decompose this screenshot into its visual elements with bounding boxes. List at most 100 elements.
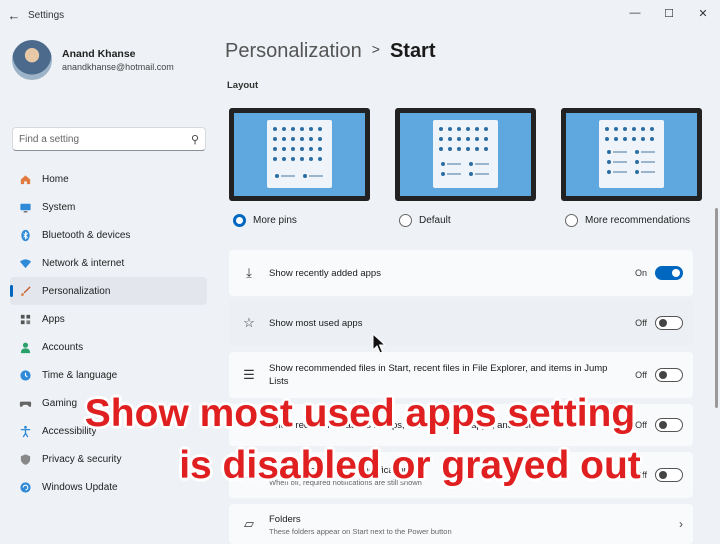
sidebar-item-windows-update[interactable]: Windows Update (10, 473, 207, 501)
back-button[interactable]: ← (0, 0, 28, 30)
radio-label: More pins (253, 215, 297, 226)
recently-added-toggle[interactable] (655, 266, 683, 280)
sidebar-item-label: Accounts (42, 341, 84, 353)
layout-card-more-pins[interactable] (229, 108, 370, 201)
mouse-cursor-icon (372, 332, 388, 360)
setting-subtitle: These folders appear on Start next to th… (269, 526, 452, 536)
breadcrumb-separator: > (371, 41, 380, 57)
radio-default[interactable]: Default (399, 214, 451, 227)
sidebar-item-label: Personalization (42, 285, 111, 297)
list-icon: ☰ (243, 367, 255, 382)
sidebar-item-label: System (42, 201, 76, 213)
setting-title: Folders (269, 513, 301, 525)
radio-more-pins[interactable]: More pins (233, 214, 297, 227)
setting-subtitle: When off, required notifications are sti… (269, 477, 422, 487)
search-icon[interactable]: ⚲ (191, 133, 199, 146)
home-icon (18, 172, 32, 186)
setting-title: Show recommendations for tips, shortcuts… (269, 419, 538, 431)
sidebar-item-label: Home (42, 173, 69, 185)
sidebar-item-home[interactable]: Home (10, 165, 207, 193)
sidebar-item-privacy[interactable]: Privacy & security (10, 445, 207, 473)
main-content: Personalization > Start Layout More pins… (215, 30, 720, 544)
sidebar-item-time-language[interactable]: Time & language (10, 361, 207, 389)
sidebar-item-personalization[interactable]: Personalization (10, 277, 207, 305)
profile-email: anandkhanse@hotmail.com (62, 62, 174, 72)
sidebar-item-accessibility[interactable]: Accessibility (10, 417, 207, 445)
avatar (12, 40, 52, 80)
breadcrumb: Personalization > Start (225, 40, 436, 63)
chevron-right-icon: › (679, 517, 683, 531)
wifi-icon (18, 256, 32, 270)
title-bar: ← Settings — ☐ ✕ (0, 0, 720, 30)
start-menu-preview (433, 120, 498, 188)
layout-card-default[interactable] (395, 108, 536, 201)
setting-row-recently-added[interactable]: ⤓ Show recently added apps On (229, 250, 693, 296)
bluetooth-icon (18, 228, 32, 242)
search-input[interactable] (19, 133, 191, 145)
window-controls: — ☐ ✕ (618, 0, 720, 30)
scrollbar[interactable] (715, 208, 718, 408)
sidebar-item-label: Network & internet (42, 257, 125, 269)
layout-card-more-recommendations[interactable] (561, 108, 702, 201)
start-menu-preview (599, 120, 664, 188)
page-title: Start (389, 40, 436, 62)
download-icon: ⤓ (246, 265, 252, 280)
sidebar-item-accounts[interactable]: Accounts (10, 333, 207, 361)
sidebar-item-apps[interactable]: Apps (10, 305, 207, 333)
layout-preview (400, 113, 531, 196)
setting-row-folders[interactable]: ▱ Folders These folders appear on Start … (229, 504, 693, 544)
sidebar-item-label: Privacy & security (42, 453, 122, 465)
setting-title: Show recommended files in Start, recent … (269, 363, 608, 387)
setting-row-recommendations-tips[interactable]: 💡︎ Show recommendations for tips, shortc… (229, 404, 693, 446)
setting-row-account-notifications[interactable]: ▭ Show account-related notifications Whe… (229, 452, 693, 498)
account-icon: ▭ (242, 467, 256, 482)
search-box: ⚲ (12, 127, 206, 151)
radio-label: More recommendations (585, 215, 691, 226)
accessibility-icon (18, 424, 32, 438)
setting-title: Show account-related notifications (269, 464, 414, 476)
sidebar-item-label: Windows Update (42, 481, 118, 493)
setting-title: Show recently added apps (269, 267, 381, 279)
star-icon: ☆ (243, 315, 255, 330)
arrow-left-icon: ← (7, 7, 21, 23)
shield-icon (18, 452, 32, 466)
profile-name: Anand Khanse (62, 48, 136, 60)
radio-more-recommendations[interactable]: More recommendations (565, 214, 690, 227)
gamepad-icon (18, 396, 32, 410)
lightbulb-icon: 💡︎ (244, 417, 254, 432)
sidebar-item-label: Accessibility (42, 425, 97, 437)
sidebar: Anand Khanse anandkhanse@hotmail.com ⚲ H… (0, 30, 215, 544)
sidebar-item-network[interactable]: Network & internet (10, 249, 207, 277)
sidebar-item-label: Bluetooth & devices (42, 229, 131, 241)
app-title: Settings (28, 9, 65, 21)
sidebar-item-system[interactable]: System (10, 193, 207, 221)
sidebar-item-label: Apps (42, 313, 65, 325)
radio-button[interactable] (399, 214, 412, 227)
sidebar-item-label: Time & language (42, 369, 118, 381)
minimize-button[interactable]: — (618, 0, 652, 26)
layout-section-label: Layout (227, 80, 259, 91)
maximize-button[interactable]: ☐ (652, 0, 686, 26)
sidebar-item-gaming[interactable]: Gaming (10, 389, 207, 417)
apps-icon (18, 312, 32, 326)
update-icon (18, 480, 32, 494)
account-notifications-toggle[interactable] (655, 468, 683, 482)
recommendations-tips-toggle[interactable] (655, 418, 683, 432)
toggle-state-label: Off (635, 420, 647, 430)
setting-row-recommended-files[interactable]: ☰ Show recommended files in Start, recen… (229, 352, 693, 398)
radio-button[interactable] (565, 214, 578, 227)
person-icon (18, 340, 32, 354)
toggle-state-label: On (634, 268, 647, 278)
recommended-files-toggle[interactable] (655, 368, 683, 382)
close-button[interactable]: ✕ (686, 0, 720, 26)
radio-button[interactable] (233, 214, 246, 227)
monitor-icon (18, 200, 32, 214)
user-profile[interactable]: Anand Khanse anandkhanse@hotmail.com (12, 40, 174, 80)
sidebar-item-label: Gaming (42, 397, 78, 409)
setting-row-most-used[interactable]: ☆ Show most used apps Off (229, 300, 693, 346)
breadcrumb-parent[interactable]: Personalization (225, 40, 362, 62)
toggle-state-label: Off (635, 370, 647, 380)
toggle-state-label: Off (635, 318, 647, 328)
most-used-toggle[interactable] (655, 316, 683, 330)
sidebar-item-bluetooth[interactable]: Bluetooth & devices (10, 221, 207, 249)
